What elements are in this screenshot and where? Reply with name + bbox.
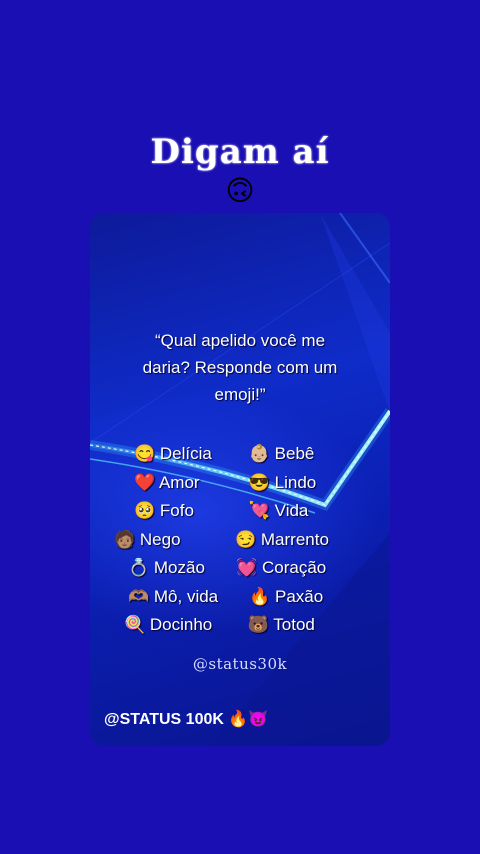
option-row: 🧑🏽 Nego 😏 Marrento (114, 526, 354, 555)
option-delicia: 😋 Delícia (134, 444, 212, 464)
channel-mention[interactable]: @STATUS 100K 🔥😈 (104, 709, 268, 729)
question-text: “Qual apelido você me daria? Responde co… (110, 327, 370, 408)
option-coracao: 💓 Coração (236, 558, 327, 578)
option-row: 😋 Delícia 👶🏼 Bebê (134, 440, 354, 469)
option-row: 🍭 Docinho 🐻 Totod (124, 611, 354, 640)
option-fofo: 🥺 Fofo (134, 501, 194, 521)
option-vida: 💘 Vida (248, 501, 309, 521)
question-line: daria? Responde com um (142, 358, 338, 377)
option-mo-vida: 🫶🏽 Mô, vida (128, 586, 219, 606)
option-totod: 🐻 Totod (247, 615, 315, 635)
story-card: “Qual apelido você me daria? Responde co… (90, 213, 390, 746)
upside-down-face-emoji: 🙃 (225, 174, 255, 207)
option-lindo: 😎 Lindo (248, 472, 317, 492)
option-row: 🥺 Fofo 💘 Vida (134, 497, 354, 526)
option-amor: ❤️ Amor (134, 472, 200, 492)
option-row: ❤️ Amor 😎 Lindo (134, 469, 354, 498)
option-row: 🫶🏽 Mô, vida 🔥 Paxão (128, 583, 354, 612)
option-bebe: 👶🏼 Bebê (248, 444, 315, 464)
question-line: “Qual apelido você me (154, 331, 326, 350)
option-paxao: 🔥 Paxão (249, 586, 324, 606)
option-mozao: 💍 Mozão (128, 558, 205, 578)
question-line: emoji!” (214, 385, 266, 404)
nickname-options-list: 😋 Delícia 👶🏼 Bebê ❤️ Amor 😎 Lindo 🥺 Fofo… (114, 440, 354, 640)
option-nego: 🧑🏽 Nego (114, 529, 181, 549)
option-docinho: 🍭 Docinho (124, 615, 213, 635)
story-screen: Digam aí 🙃 “Qual apelido você me daria? … (0, 0, 480, 854)
watermark-handle: @status30k (192, 655, 288, 673)
option-row: 💍 Mozão 💓 Coração (128, 554, 354, 583)
option-marrento: 😏 Marrento (234, 529, 329, 549)
story-title: Digam aí (150, 132, 330, 172)
